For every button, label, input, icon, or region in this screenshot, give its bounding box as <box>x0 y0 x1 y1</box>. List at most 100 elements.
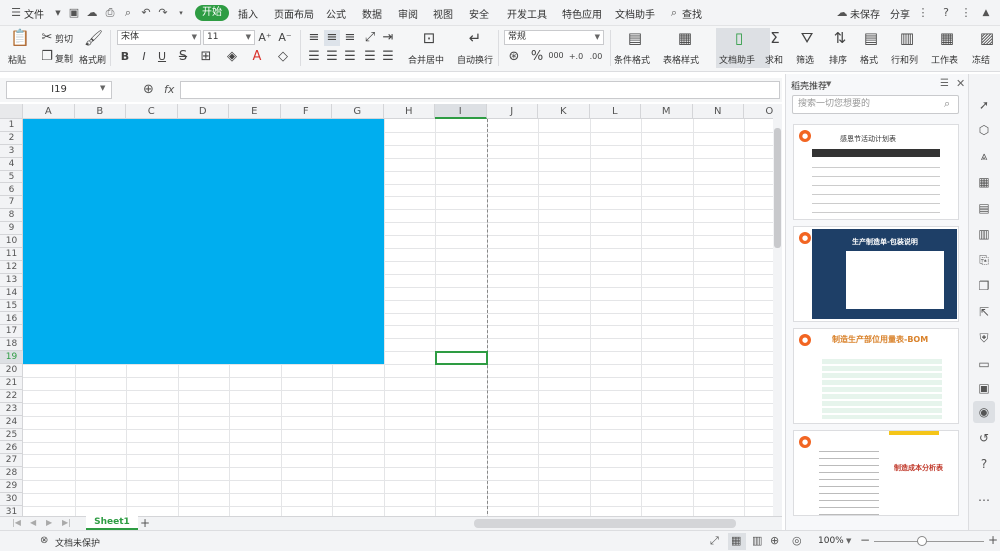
format-icon[interactable]: ▤ <box>862 30 880 46</box>
undo-icon[interactable]: ↶ <box>138 5 154 21</box>
row-header[interactable]: 18 <box>0 338 23 352</box>
row-header[interactable]: 2 <box>0 132 23 145</box>
chart-icon[interactable]: ▥ <box>976 226 992 242</box>
column-header[interactable]: D <box>178 104 229 119</box>
sum-button[interactable]: 求和 <box>765 53 783 66</box>
row-header[interactable]: 20 <box>0 364 23 377</box>
cut-button[interactable]: 剪切 <box>55 32 73 45</box>
page-break-view-icon[interactable]: ▥ <box>752 534 762 547</box>
paste-button[interactable]: 粘贴 <box>8 53 26 66</box>
fill-color-icon[interactable]: ◈ <box>224 49 240 65</box>
close-icon[interactable]: ✕ <box>956 77 965 90</box>
column-header[interactable]: C <box>126 104 178 119</box>
more-icon[interactable]: ⋮ <box>915 5 931 21</box>
conditional-format-icon[interactable]: ▤ <box>626 30 644 46</box>
tab-formula[interactable]: 公式 <box>326 6 346 21</box>
zoom-slider[interactable] <box>874 541 984 542</box>
format-painter-icon[interactable]: 🖌 <box>84 30 103 46</box>
protect-status[interactable]: 文档未保护 <box>55 536 100 549</box>
tab-page-layout[interactable]: 页面布局 <box>274 6 314 21</box>
doc-assistant-button[interactable]: 文档助手 <box>719 53 755 66</box>
row-header[interactable]: 11 <box>0 248 23 261</box>
fx-button[interactable]: fx <box>164 83 174 96</box>
zoom-out-button[interactable]: − <box>860 533 870 547</box>
merge-center-icon[interactable]: ⊡ <box>420 30 438 46</box>
thousands-button[interactable]: 000 <box>548 48 564 64</box>
bold-button[interactable]: B <box>118 49 132 65</box>
row-header[interactable]: 15 <box>0 300 23 313</box>
merge-center-button[interactable]: 合并居中 <box>408 53 444 66</box>
cloud-sync-icon[interactable]: ☁ <box>834 5 850 21</box>
search-icon[interactable]: ⌕ <box>944 97 950 111</box>
panel-menu-icon[interactable]: ☰ <box>940 78 949 89</box>
strikethrough-icon[interactable]: S̶ <box>176 49 190 65</box>
save-icon[interactable]: ▣ <box>66 5 82 21</box>
worksheet-button[interactable]: 工作表 <box>931 53 958 66</box>
blue-filled-range[interactable] <box>23 119 384 365</box>
row-header[interactable]: 23 <box>0 403 23 416</box>
tab-review[interactable]: 审阅 <box>398 6 418 21</box>
search-button[interactable]: 查找 <box>682 6 702 21</box>
filter-button[interactable]: 筛选 <box>796 53 814 66</box>
clear-format-icon[interactable]: ◇ <box>276 49 290 65</box>
number-format-select[interactable]: 常规 ▼ <box>504 30 604 45</box>
row-header[interactable]: 4 <box>0 158 23 171</box>
redo-icon[interactable]: ↷ <box>155 5 171 21</box>
row-header[interactable]: 3 <box>0 145 23 158</box>
first-sheet-icon[interactable]: |◀ <box>12 518 21 527</box>
active-cell[interactable] <box>435 351 488 366</box>
tab-start[interactable]: 开始 <box>195 5 229 21</box>
align-middle-icon[interactable]: ≡ <box>324 30 340 46</box>
sort-icon[interactable]: ⇅ <box>831 30 849 46</box>
fullscreen-icon[interactable]: ⤢ <box>710 534 719 548</box>
indent-icon[interactable]: ⇥ <box>380 30 396 46</box>
align-right-icon[interactable]: ☰ <box>342 49 358 65</box>
row-header[interactable]: 30 <box>0 493 23 506</box>
paste-icon[interactable]: 📋 <box>10 30 30 46</box>
font-name-select[interactable]: 宋体 ▼ <box>117 30 201 45</box>
row-header[interactable]: 1 <box>0 119 23 132</box>
column-header[interactable]: I <box>435 104 487 119</box>
column-header[interactable]: B <box>75 104 126 119</box>
print-icon[interactable]: ⎙ <box>102 5 118 21</box>
align-left-icon[interactable]: ☰ <box>306 49 322 65</box>
wrap-text-button[interactable]: 自动换行 <box>457 53 493 66</box>
file-menu[interactable]: 文件 <box>24 6 44 21</box>
add-sheet-button[interactable]: + <box>140 516 150 530</box>
vertical-scrollbar[interactable] <box>773 104 782 516</box>
table-style-button[interactable]: 表格样式 <box>663 53 699 66</box>
align-bottom-icon[interactable]: ≡ <box>342 30 358 46</box>
backup-icon[interactable]: ⎘ <box>976 252 992 268</box>
tab-security[interactable]: 安全 <box>469 6 489 21</box>
row-header[interactable]: 26 <box>0 442 23 455</box>
row-header[interactable]: 17 <box>0 325 23 339</box>
copy-icon[interactable]: ❐ <box>40 49 54 65</box>
freeze-button[interactable]: 冻结 <box>972 53 1000 66</box>
chevron-down-icon[interactable]: ▼ <box>826 80 831 88</box>
template-card[interactable]: ● 制造生产部位用量表-BOM <box>793 328 959 424</box>
sum-icon[interactable]: Σ <box>766 30 784 46</box>
image-icon[interactable]: ▣ <box>976 380 992 396</box>
chevron-down-icon[interactable]: ▼ <box>846 537 851 545</box>
cloud-icon[interactable]: ☁ <box>84 5 100 21</box>
justify-icon[interactable]: ☰ <box>362 49 378 65</box>
column-header[interactable]: J <box>487 104 538 119</box>
format-button[interactable]: 格式 <box>860 53 878 66</box>
normal-view-icon[interactable]: ▦ <box>731 534 741 547</box>
row-header[interactable]: 5 <box>0 171 23 184</box>
zoom-level[interactable]: 100% <box>818 536 844 546</box>
row-header[interactable]: 13 <box>0 274 23 287</box>
sort-button[interactable]: 排序 <box>829 53 847 66</box>
row-header[interactable]: 6 <box>0 184 23 197</box>
row-header[interactable]: 9 <box>0 222 23 236</box>
row-header[interactable]: 28 <box>0 467 23 481</box>
currency-icon[interactable]: ⊛ <box>506 49 522 65</box>
style-icon[interactable]: ⩓ <box>976 148 992 164</box>
copy-icon[interactable]: ❐ <box>976 278 992 294</box>
zoom-icon[interactable]: ⊕ <box>143 82 154 97</box>
sheet-tab-sheet1[interactable]: Sheet1 <box>86 516 138 530</box>
collapse-panel-icon[interactable]: ⋯ <box>976 492 992 508</box>
template-card[interactable]: ● 制造成本分析表 <box>793 430 959 516</box>
tab-developer[interactable]: 开发工具 <box>507 6 547 21</box>
freeze-icon[interactable]: ▨ <box>978 30 996 46</box>
